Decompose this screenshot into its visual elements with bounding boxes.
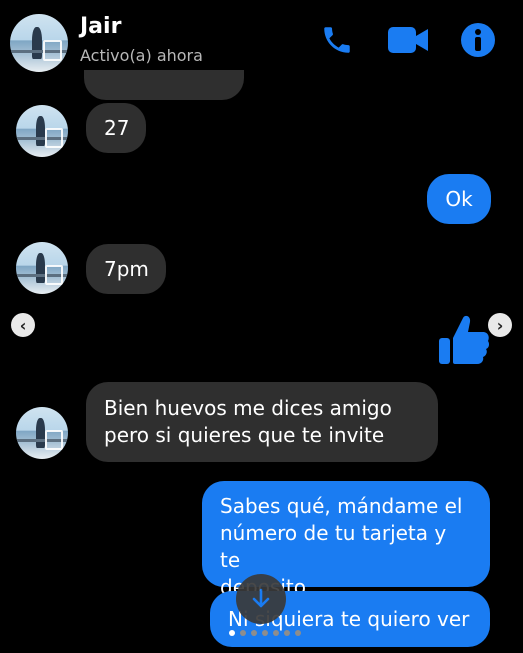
sender-avatar[interactable] [16, 407, 68, 459]
thumbs-up-icon [439, 315, 490, 364]
contact-status: Activo(a) ahora [80, 46, 203, 65]
scroll-to-bottom-button[interactable] [236, 574, 286, 624]
arrow-down-icon [252, 588, 270, 608]
pagination-dot[interactable] [284, 630, 290, 636]
carousel-prev-button[interactable]: ‹ [11, 313, 35, 337]
message-line: Bien huevos me dices amigo [104, 396, 392, 420]
carousel-next-button[interactable]: › [488, 313, 512, 337]
info-icon[interactable] [461, 23, 495, 57]
message-line: pero si quieres que te invite [104, 423, 385, 447]
avatar-person [35, 253, 46, 283]
message-bubble-incoming[interactable]: 7pm [86, 244, 166, 294]
message-line: número de tu tarjeta y te [220, 521, 447, 572]
avatar-chairs [45, 128, 63, 148]
carousel-pagination [229, 630, 301, 636]
message-bubble-outgoing[interactable]: Sabes qué, mándame el número de tu tarje… [202, 481, 490, 599]
avatar-person [35, 418, 46, 448]
message-line: Sabes qué, mándame el [220, 494, 463, 518]
message-bubble-incoming[interactable]: Bien huevos me dices amigo pero si quier… [86, 382, 438, 462]
pagination-dot[interactable] [262, 630, 268, 636]
message-partial [84, 70, 244, 100]
contact-name[interactable]: Jair [80, 14, 121, 39]
avatar-person [35, 116, 46, 146]
message-bubble-outgoing[interactable]: Ok [427, 174, 491, 224]
pagination-dot[interactable] [240, 630, 246, 636]
avatar-chairs [45, 265, 63, 285]
contact-avatar[interactable] [10, 14, 68, 72]
sender-avatar[interactable] [16, 105, 68, 157]
pagination-dot[interactable] [295, 630, 301, 636]
pagination-dot[interactable] [273, 630, 279, 636]
pagination-dot[interactable] [251, 630, 257, 636]
avatar-chairs [45, 430, 63, 450]
avatar-chairs [43, 40, 63, 62]
pagination-dot[interactable] [229, 630, 235, 636]
sender-avatar[interactable] [16, 242, 68, 294]
message-bubble-incoming[interactable]: 27 [86, 103, 146, 153]
video-camera-icon[interactable] [388, 27, 428, 53]
avatar-person [32, 26, 43, 60]
phone-icon[interactable] [320, 23, 354, 57]
